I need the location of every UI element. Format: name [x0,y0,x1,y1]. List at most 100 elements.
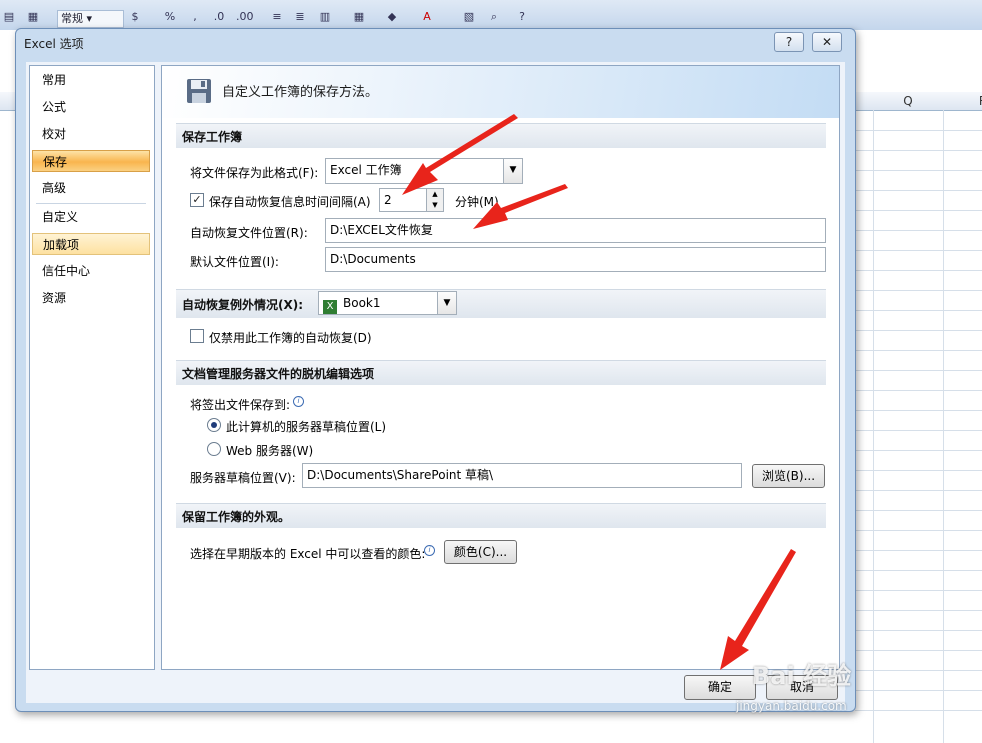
radio-local-drafts[interactable] [207,418,221,432]
dialog-titlebar[interactable]: Excel 选项 ? ✕ [16,29,855,57]
nav-item-popular[interactable]: 常用 [32,69,150,91]
percent-icon[interactable]: % [163,10,177,24]
colors-button[interactable]: 颜色(C)... [444,540,517,564]
number-format-select[interactable]: 常规 ▾ [57,10,124,28]
borders-icon[interactable]: ▦ [352,10,366,24]
gridline [855,670,982,671]
increase-decimal-icon[interactable]: .0 [212,10,226,24]
gridline [855,550,982,551]
wrap-text-icon[interactable]: ▤ [2,10,16,24]
spin-down-icon[interactable]: ▼ [427,200,443,211]
nav-item-resources[interactable]: 资源 [32,287,150,309]
gridline [855,690,982,691]
gridline [855,650,982,651]
autorecover-label[interactable]: 保存自动恢复信息时间间隔(A) [209,193,371,210]
info-icon[interactable]: i [293,396,304,407]
column-header-q[interactable]: Q [873,92,943,110]
colors-label: 选择在早期版本的 Excel 中可以查看的颜色: [190,547,426,561]
dialog-body: 常用 公式 校对 保存 高级 自定义 加载项 信任中心 资源 自定义工作簿的保存… [26,62,845,703]
gridline [855,170,982,171]
help-circle-icon[interactable]: ? [515,10,529,24]
excel-ribbon: ▤ ▦ 常规 ▾ $ % , .0 .00 ≡ ≣ ▥ ▦ ◆ A ▧ ⌕ ? [0,0,982,31]
nav-item-addins[interactable]: 加载项 [32,233,150,255]
gridline [855,390,982,391]
gridline [943,110,944,743]
nav-divider [36,203,146,204]
watermark-url: jingyan.baidu.com [736,699,847,713]
merge-icon[interactable]: ▦ [26,10,40,24]
web-server-label[interactable]: Web 服务器(W) [226,442,313,459]
gridline [855,370,982,371]
radio-web-server[interactable] [207,442,221,456]
nav-item-trust-center[interactable]: 信任中心 [32,260,150,282]
nav-item-formulas[interactable]: 公式 [32,96,150,118]
gridline [855,130,982,131]
default-location-label: 默认文件位置(I): [190,255,279,269]
browse-button[interactable]: 浏览(B)... [752,464,825,488]
gridline [855,330,982,331]
excel-options-dialog: Excel 选项 ? ✕ 常用 公式 校对 保存 高级 自定义 加载项 信任中心… [15,28,856,712]
outdent-icon[interactable]: ≣ [293,10,307,24]
nav-item-advanced[interactable]: 高级 [32,177,150,199]
nav-item-customize[interactable]: 自定义 [32,206,150,228]
gridline [855,630,982,631]
close-button[interactable]: ✕ [812,32,842,52]
help-icon: ? [785,35,793,49]
default-location-input[interactable]: D:\Documents [325,247,826,272]
number-format-value: 常规 [61,12,83,25]
gridline [855,250,982,251]
exception-workbook-dropdown[interactable]: X Book1 ▼ [318,291,457,315]
section-header-exceptions: 自动恢复例外情况(X): [176,289,826,318]
disable-autorecover-label[interactable]: 仅禁用此工作簿的自动恢复(D) [209,329,372,346]
gridline [855,350,982,351]
gridline [855,490,982,491]
section-header-save: 保存工作簿 [176,123,826,148]
font-color-icon[interactable]: A [420,10,434,24]
interval-spinner[interactable]: ▲ ▼ [426,189,443,211]
ok-button[interactable]: 确定 [684,675,756,700]
autorecover-checkbox[interactable]: ✓ [190,193,204,207]
comma-icon[interactable]: , [188,10,202,24]
page-banner-text: 自定义工作簿的保存方法。 [222,85,379,100]
nav-item-save[interactable]: 保存 [32,150,150,172]
close-icon: ✕ [821,35,833,49]
autorecover-interval-input[interactable]: 2 ▲ ▼ [379,188,444,212]
orientation-icon[interactable]: ▥ [318,10,332,24]
gridline [855,430,982,431]
page-banner: 自定义工作簿的保存方法。 [162,66,839,118]
column-header-r[interactable]: R [968,92,982,110]
gridline [855,610,982,611]
chevron-down-icon[interactable]: ▼ [437,292,456,314]
gridline [855,310,982,311]
info-icon[interactable]: i [424,545,435,556]
gridline [873,110,874,743]
gridline [855,230,982,231]
disable-autorecover-checkbox[interactable] [190,329,204,343]
autorecover-location-input[interactable]: D:\EXCEL文件恢复 [325,218,826,243]
section-header-offline: 文档管理服务器文件的脱机编辑选项 [176,360,826,385]
gridline [855,210,982,211]
gridline [855,570,982,571]
gridline [855,470,982,471]
spin-up-icon[interactable]: ▲ [427,189,443,200]
currency-icon[interactable]: $ [128,10,142,24]
fill-color-icon[interactable]: ◆ [385,10,399,24]
floppy-disk-icon [187,79,211,103]
decrease-decimal-icon[interactable]: .00 [236,10,254,24]
styles-icon[interactable]: ▧ [462,10,476,24]
drafts-location-input[interactable]: D:\Documents\SharePoint 草稿\ [302,463,742,488]
options-nav: 常用 公式 校对 保存 高级 自定义 加载项 信任中心 资源 [29,65,155,670]
gridline [855,710,982,711]
indent-icon[interactable]: ≡ [270,10,284,24]
autorecover-interval-value: 2 [384,193,392,207]
local-drafts-label[interactable]: 此计算机的服务器草稿位置(L) [226,418,386,435]
gridline [855,510,982,511]
chevron-down-icon[interactable]: ▼ [503,159,522,183]
nav-item-proofing[interactable]: 校对 [32,123,150,145]
gridline [855,410,982,411]
checkout-save-label: 将签出文件保存到: [190,398,291,412]
autorecover-location-label: 自动恢复文件位置(R): [190,226,308,240]
save-format-dropdown[interactable]: Excel 工作簿 ▼ [325,158,523,184]
help-button[interactable]: ? [774,32,804,52]
find-icon[interactable]: ⌕ [487,10,501,24]
